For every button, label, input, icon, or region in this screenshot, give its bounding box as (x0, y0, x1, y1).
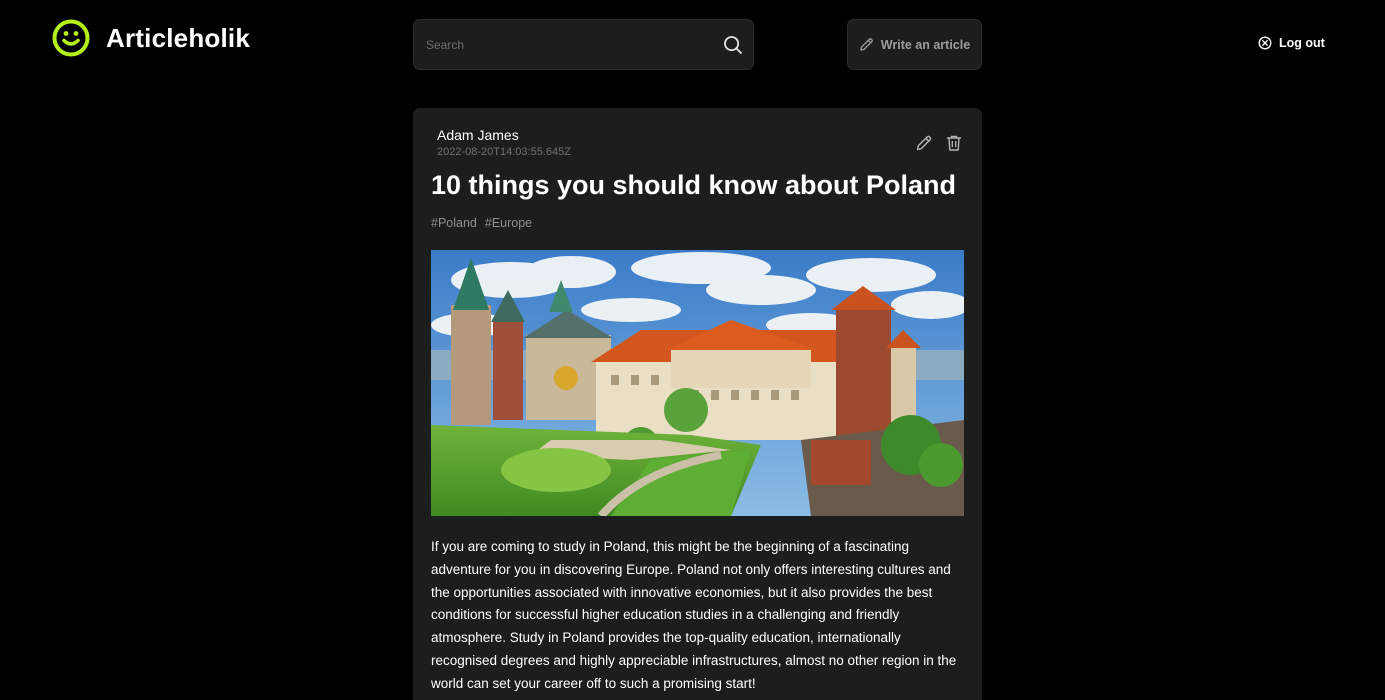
article-date: 2022-08-20T14:03:55.645Z (437, 146, 571, 158)
app-name: Articleholik (106, 22, 250, 53)
app-logo[interactable]: Articleholik (52, 19, 250, 57)
article-tags: #Poland #Europe (431, 216, 532, 230)
article-card: Adam James 2022-08-20T14:03:55.645Z 10 t… (413, 108, 982, 700)
tag-europe[interactable]: #Europe (485, 216, 532, 230)
article-title: 10 things you should know about Poland (431, 170, 957, 200)
search-icon[interactable] (723, 35, 743, 55)
article-body: If you are coming to study in Poland, th… (431, 539, 957, 691)
logout-label: Log out (1279, 36, 1325, 50)
search-input[interactable] (414, 20, 714, 69)
tag-poland[interactable]: #Poland (431, 216, 477, 230)
logout-button[interactable]: Log out (1258, 36, 1325, 50)
pencil-icon[interactable] (915, 134, 933, 152)
page: Articleholik Write an article Log out Ad… (0, 0, 1385, 700)
write-article-label: Write an article (880, 37, 971, 52)
article-author[interactable]: Adam James (437, 127, 519, 143)
search-box (413, 19, 754, 70)
article-cover-image (431, 250, 964, 516)
write-article-button[interactable]: Write an article (847, 19, 982, 70)
trash-icon[interactable] (945, 134, 963, 152)
smiley-face-icon (52, 19, 90, 57)
pencil-icon (860, 38, 873, 51)
circle-x-icon (1258, 36, 1272, 50)
